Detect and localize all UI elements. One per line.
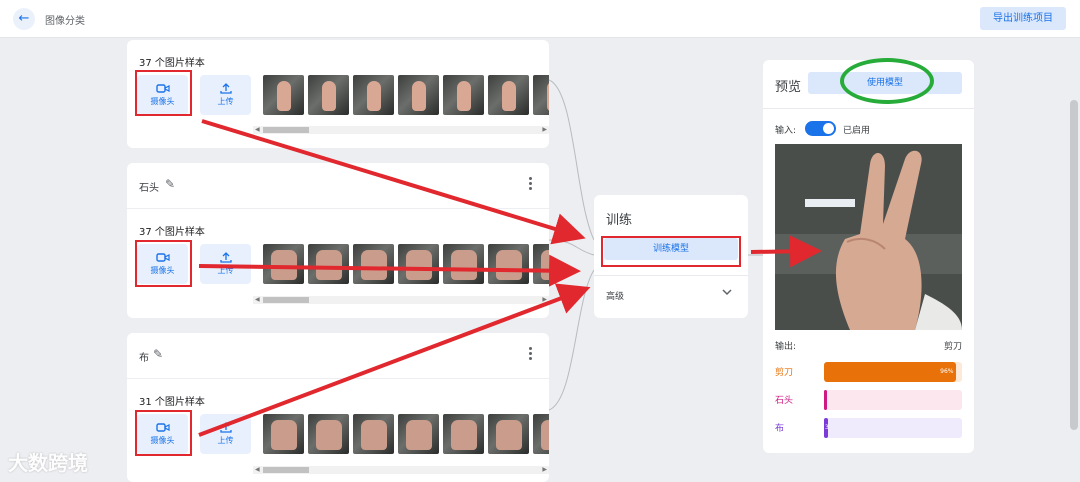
annotation-arrows — [198, 119, 822, 437]
watermark: 大数跨境 — [8, 451, 88, 475]
page-scrollbar[interactable] — [1070, 100, 1078, 430]
